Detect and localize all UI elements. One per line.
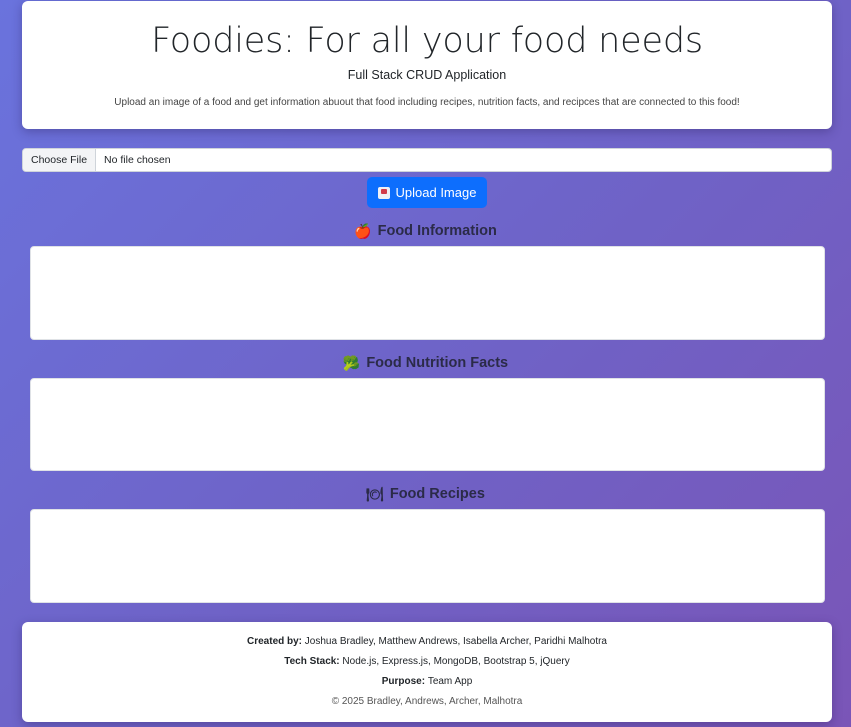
food-nutrition-heading: 🥦 Food Nutrition Facts xyxy=(0,355,851,371)
broccoli-icon: 🥦 xyxy=(342,355,361,371)
food-recipes-panel xyxy=(30,509,825,603)
header-card: Foodies: For all your food needs Full St… xyxy=(22,1,832,129)
footer-copyright: © 2025 Bradley, Andrews, Archer, Malhotr… xyxy=(331,696,523,707)
footer-card: Created by: Joshua Bradley, Matthew Andr… xyxy=(22,622,832,722)
created-by-value: Joshua Bradley, Matthew Andrews, Isabell… xyxy=(304,636,607,647)
purpose-label: Purpose: xyxy=(381,676,428,687)
tech-stack-value: Node.js, Express.js, MongoDB, Bootstrap … xyxy=(342,656,570,667)
food-nutrition-title: Food Nutrition Facts xyxy=(366,355,509,371)
upload-button-label: Upload Image xyxy=(395,185,477,200)
footer-created-by: Created by: Joshua Bradley, Matthew Andr… xyxy=(22,636,832,647)
page-subtitle: Full Stack CRUD Application xyxy=(347,68,507,82)
choose-file-button[interactable]: Choose File xyxy=(23,149,97,171)
food-recipes-title: Food Recipes xyxy=(389,486,485,502)
food-recipes-heading: 🍽 Food Recipes xyxy=(0,486,851,502)
footer-purpose: Purpose: Team App xyxy=(22,676,832,687)
food-information-panel xyxy=(30,246,825,340)
page-description: Upload an image of a food and get inform… xyxy=(114,97,740,108)
file-status-text: No file chosen xyxy=(104,154,171,166)
footer-tech-stack: Tech Stack: Node.js, Express.js, MongoDB… xyxy=(22,656,832,667)
page-title: Foodies: For all your food needs xyxy=(151,21,703,61)
purpose-value: Team App xyxy=(427,676,473,687)
food-information-heading: 🍎 Food Information xyxy=(0,223,851,239)
upload-image-button[interactable]: Upload Image xyxy=(367,177,487,208)
created-by-label: Created by: xyxy=(247,636,305,647)
plate-icon: 🍽 xyxy=(366,486,384,502)
file-input[interactable]: Choose File No file chosen xyxy=(22,148,832,172)
apple-icon: 🍎 xyxy=(354,223,372,239)
tech-stack-label: Tech Stack: xyxy=(284,656,343,667)
upload-icon xyxy=(377,186,390,199)
food-information-title: Food Information xyxy=(377,223,497,239)
food-nutrition-panel xyxy=(30,378,825,471)
